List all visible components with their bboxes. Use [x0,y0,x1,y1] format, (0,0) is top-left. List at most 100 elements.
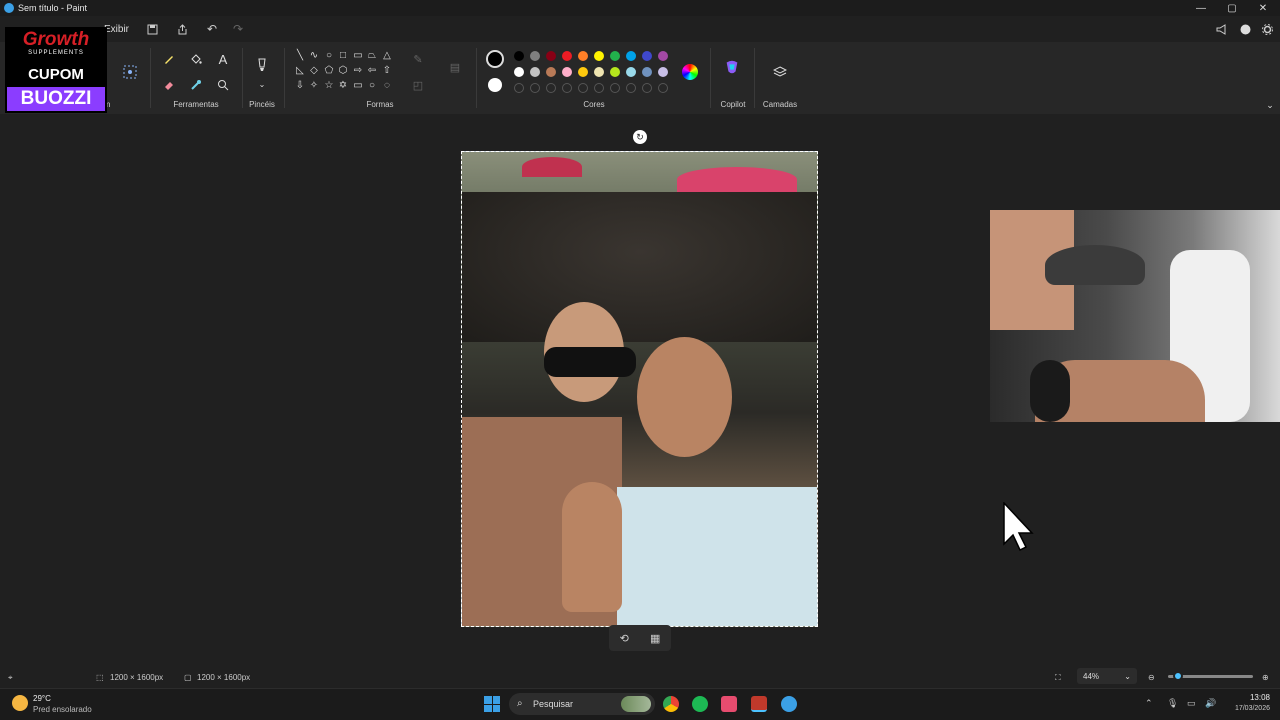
custom-color-slot[interactable] [546,83,556,93]
four-point-star-shape-icon[interactable]: ✧ [308,80,320,92]
color-swatch[interactable] [626,51,636,61]
curve-shape-icon[interactable]: ∿ [308,50,320,62]
edit-colors-icon[interactable] [682,64,698,80]
color-swatch[interactable] [530,67,540,77]
oval-shape-icon[interactable]: ○ [323,50,335,62]
custom-color-slot[interactable] [642,83,652,93]
magnifier-icon[interactable] [215,77,231,93]
color-swatch[interactable] [658,67,668,77]
fit-to-window-icon[interactable]: ⛶ [1055,673,1061,683]
app-icon-2[interactable] [751,696,767,712]
color-swatch[interactable] [562,67,572,77]
profile-icon[interactable] [1237,21,1253,37]
fill-icon[interactable]: ◰ [410,77,426,93]
outline-icon[interactable]: ✎ [410,51,426,67]
color-swatch[interactable] [546,67,556,77]
chrome-icon[interactable] [663,696,679,712]
redo-icon[interactable]: ↷ [230,21,246,37]
diamond-shape-icon[interactable]: ◇ [308,65,320,77]
ribbon-collapse-chevron-icon[interactable]: ⌄ [1262,97,1278,113]
color-swatch[interactable] [578,51,588,61]
rectangle-shape-icon[interactable]: □ [337,50,349,62]
announcement-icon[interactable] [1213,21,1229,37]
callout-rect-shape-icon[interactable]: ▭ [352,80,364,92]
color-picker-icon[interactable] [188,77,204,93]
tray-chevron-up-icon[interactable]: ⌃ [1145,698,1153,709]
volume-icon[interactable]: 🔊 [1205,698,1216,709]
weather-sun-icon[interactable] [12,695,28,711]
right-arrow-shape-icon[interactable]: ⇨ [352,65,364,77]
zoom-select[interactable]: 44% ⌄ [1077,668,1137,684]
color-swatch[interactable] [626,67,636,77]
fill-bucket-icon[interactable] [188,51,204,67]
pentagon-shape-icon[interactable]: ⬠ [323,65,335,77]
undo-icon[interactable]: ↶ [204,21,220,37]
weather-temp[interactable]: 29°C [33,694,51,703]
custom-color-slot[interactable] [578,83,588,93]
eraser-icon[interactable] [161,77,177,93]
color-swatch[interactable] [658,51,668,61]
network-icon[interactable]: ▭ [1187,698,1196,709]
line-shape-icon[interactable]: ╲ [294,50,306,62]
custom-color-slot[interactable] [610,83,620,93]
color-swatch[interactable] [642,51,652,61]
color-swatch[interactable] [642,67,652,77]
brush-chevron-down-icon[interactable]: ⌄ [254,76,270,92]
zoom-slider[interactable] [1168,671,1253,681]
rotate-selection-icon[interactable]: ⟲ [620,632,629,645]
rounded-rectangle-shape-icon[interactable]: ▭ [352,50,364,62]
hexagon-shape-icon[interactable]: ⬡ [337,65,349,77]
app-icon-1[interactable] [721,696,737,712]
shape-style-icon[interactable]: ▤ [447,59,463,75]
zoom-in-icon[interactable]: ⊕ [1262,673,1269,682]
menu-view[interactable]: Exibir [104,24,129,35]
color-swatch[interactable] [610,67,620,77]
clock-date[interactable]: 17/03/2026 [1226,705,1270,712]
six-point-star-shape-icon[interactable]: ✡ [337,80,349,92]
brush-icon[interactable] [254,57,270,73]
settings-gear-icon[interactable] [1259,21,1275,37]
microphone-icon[interactable]: 🎙 [1167,698,1178,709]
custom-color-slot[interactable] [626,83,636,93]
callout-cloud-shape-icon[interactable]: ◌ [381,80,393,92]
minimize-button[interactable]: — [1186,0,1216,16]
close-button[interactable]: ✕ [1248,0,1278,16]
custom-color-slot[interactable] [658,83,668,93]
copilot-icon[interactable] [724,59,740,75]
clock-time[interactable]: 13:08 [1240,693,1270,702]
color-swatch[interactable] [578,67,588,77]
secondary-color[interactable] [488,78,502,92]
weather-desc[interactable]: Pred ensolarado [33,705,92,714]
color-swatch[interactable] [562,51,572,61]
polygon-shape-icon[interactable]: ⏢ [366,50,378,62]
windows-start-icon[interactable] [484,696,500,712]
color-swatch[interactable] [514,67,524,77]
canvas-image[interactable] [461,151,818,627]
down-arrow-shape-icon[interactable]: ⇩ [294,80,306,92]
spotify-icon[interactable] [692,696,708,712]
triangle-shape-icon[interactable]: △ [381,50,393,62]
color-swatch[interactable] [610,51,620,61]
rotate-handle-icon[interactable]: ↻ [633,130,647,144]
save-icon[interactable] [144,21,160,37]
color-swatch[interactable] [530,51,540,61]
crop-selection-icon[interactable]: ▦ [650,632,660,645]
image-select-icon[interactable] [122,64,138,80]
custom-color-slot[interactable] [594,83,604,93]
up-arrow-shape-icon[interactable]: ⇧ [381,65,393,77]
color-swatch[interactable] [594,51,604,61]
five-point-star-shape-icon[interactable]: ☆ [323,80,335,92]
right-triangle-shape-icon[interactable]: ◺ [294,65,306,77]
paint-taskbar-icon[interactable] [781,696,797,712]
layers-icon[interactable] [772,64,788,80]
callout-oval-shape-icon[interactable]: ○ [366,80,378,92]
color-swatch[interactable] [594,67,604,77]
share-icon[interactable] [174,21,190,37]
taskbar-search[interactable]: ⌕ Pesquisar [509,693,655,715]
maximize-button[interactable]: ▢ [1217,0,1247,16]
custom-color-slot[interactable] [530,83,540,93]
color-swatch[interactable] [514,51,524,61]
text-tool-icon[interactable]: A [215,51,231,67]
pencil-icon[interactable] [161,51,177,67]
primary-color[interactable] [486,50,504,68]
